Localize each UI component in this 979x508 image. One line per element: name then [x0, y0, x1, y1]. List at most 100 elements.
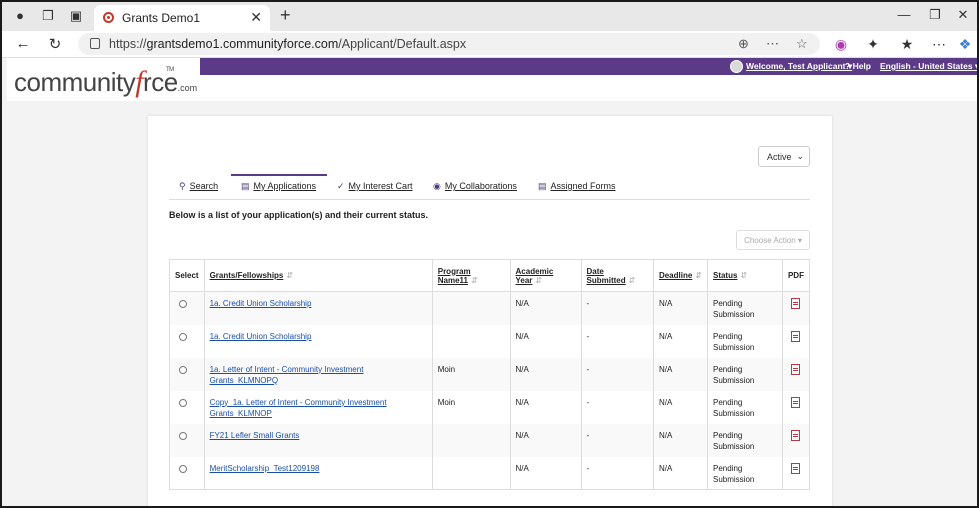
copilot-extension-icon[interactable]: ◉ [832, 36, 850, 53]
date-submitted-cell: - [580, 456, 654, 490]
program-cell: Moin [431, 390, 511, 424]
sort-icon: ⇵ [535, 275, 543, 285]
favorite-star-icon[interactable]: ☆ [796, 36, 808, 52]
deadline-cell: N/A [652, 357, 708, 391]
program-cell [431, 423, 511, 457]
program-cell [431, 456, 511, 490]
col-select: Select [169, 259, 205, 292]
tab-my-interest-cart[interactable]: ✓ My Interest Cart [337, 181, 413, 192]
pdf-icon[interactable] [790, 462, 800, 474]
minimize-icon[interactable]: — [894, 7, 914, 22]
applicant-tabs: ⚲ Search ▤ My Applications ✓ My Interest Ca… [169, 176, 810, 200]
col-academic-year[interactable]: Academic Year ⇵ [509, 259, 582, 292]
date-submitted-cell: - [580, 324, 654, 358]
tab-search[interactable]: ⚲ Search [179, 181, 218, 192]
applications-table: Select Grants/Fellowships ⇵ Program Name11… [169, 259, 811, 490]
tab-my-collaborations[interactable]: ◉ My Collaborations [433, 181, 517, 192]
sort-icon: ⇵ [628, 275, 636, 285]
back-icon[interactable]: ← [14, 35, 32, 52]
status-cell: Pending Submission [706, 324, 783, 358]
language-menu[interactable]: English - United States ▾ [880, 61, 977, 72]
program-cell: Moin [431, 357, 511, 391]
zoom-icon[interactable]: ⊕ [738, 36, 749, 52]
sort-icon: ⇵ [286, 271, 294, 280]
academic-year-cell: N/A [509, 291, 582, 325]
users-icon: ◉ [433, 181, 441, 191]
row-select-radio[interactable] [179, 398, 187, 407]
grant-link[interactable]: FY21 Lefler Small Grants [210, 431, 300, 440]
grant-link[interactable]: Copy_1a. Letter of Intent - Community In… [210, 398, 387, 418]
row-select-radio[interactable] [179, 464, 187, 473]
col-grants[interactable]: Grants/Fellowships ⇵ [203, 259, 433, 292]
row-select-radio[interactable] [179, 365, 187, 374]
date-submitted-cell: - [580, 423, 654, 457]
grant-link[interactable]: 1a. Credit Union Scholarship [210, 332, 312, 341]
row-select-radio[interactable] [179, 431, 187, 440]
sort-icon: ⇵ [470, 275, 478, 285]
chevron-down-icon: ⌄ [796, 151, 804, 161]
help-link[interactable]: ? Help [845, 61, 871, 71]
table-header-row: Select Grants/Fellowships ⇵ Program Name11… [169, 259, 811, 292]
favorites-icon[interactable]: ★ [898, 36, 916, 53]
status-cell: Pending Submission [706, 390, 783, 424]
vertical-tabs-icon[interactable]: ▣ [68, 8, 84, 24]
table-row: 1a. Letter of Intent - Community Investm… [169, 357, 811, 391]
row-select-radio[interactable] [179, 300, 187, 308]
col-status[interactable]: Status ⇵ [706, 259, 783, 292]
avatar[interactable] [730, 60, 743, 73]
workspaces-icon[interactable]: ❐ [40, 8, 56, 24]
intro-text: Below is a list of your application(s) a… [169, 210, 429, 220]
pdf-icon[interactable] [790, 298, 800, 309]
browser-window: ● ❐ ▣ Grants Demo1 ✕ + — ❐ ✕ ← ↻ https:/… [0, 0, 979, 508]
close-tab-icon[interactable]: ✕ [250, 9, 262, 26]
lock-icon[interactable] [90, 38, 100, 49]
refresh-icon[interactable]: ↻ [46, 35, 64, 53]
choose-action-button[interactable]: Choose Action ▾ [736, 230, 810, 250]
program-cell [431, 291, 511, 325]
academic-year-cell: N/A [509, 456, 582, 490]
academic-year-cell: N/A [509, 423, 582, 457]
close-window-icon[interactable]: ✕ [953, 7, 973, 23]
extensions-icon[interactable]: ✦ [864, 36, 882, 53]
col-deadline[interactable]: Deadline ⇵ [652, 259, 708, 292]
deadline-cell: N/A [652, 423, 708, 457]
status-filter-select[interactable]: Active ⌄ [758, 146, 810, 167]
deadline-cell: N/A [652, 291, 708, 325]
copilot-icon[interactable]: ❖ [956, 36, 974, 53]
pdf-icon[interactable] [790, 363, 800, 375]
browser-tab[interactable]: Grants Demo1 ✕ [94, 5, 270, 31]
url-text[interactable]: https://grantsdemo1.communityforce.com/A… [109, 37, 466, 51]
tab-my-applications[interactable]: ▤ My Applications [241, 181, 316, 192]
tab-strip: ● ❐ ▣ Grants Demo1 ✕ + — ❐ ✕ [2, 2, 977, 31]
col-date-submitted[interactable]: Date Submitted ⇵ [580, 259, 654, 292]
col-program[interactable]: Program Name11 ⇵ [431, 259, 511, 292]
grant-link[interactable]: MeritScholarship_Test1209198 [210, 464, 320, 473]
grant-link[interactable]: 1a. Letter of Intent - Community Investm… [210, 365, 364, 385]
welcome-menu[interactable]: Welcome, Test Applicant ▾ [746, 61, 852, 72]
sort-icon: ⇵ [740, 271, 748, 280]
address-row: ← ↻ https://grantsdemo1.communityforce.c… [2, 31, 977, 58]
table-row: Copy_1a. Letter of Intent - Community In… [169, 390, 811, 424]
more-tools-icon[interactable]: ⋯ [766, 36, 779, 52]
cart-icon: ✓ [337, 181, 345, 191]
communityforce-logo[interactable]: communityfrce.com TM [14, 65, 197, 99]
status-cell: Pending Submission [706, 456, 783, 490]
settings-menu-icon[interactable]: ⋯ [930, 36, 948, 53]
form-icon: ▤ [538, 181, 547, 191]
deadline-cell: N/A [652, 324, 708, 358]
new-tab-icon[interactable]: + [280, 5, 291, 26]
address-bar[interactable]: https://grantsdemo1.communityforce.com/A… [78, 33, 820, 55]
search-icon: ⚲ [179, 181, 186, 191]
grant-link[interactable]: 1a. Credit Union Scholarship [210, 299, 312, 308]
row-select-radio[interactable] [179, 332, 187, 341]
date-submitted-cell: - [580, 357, 654, 391]
profile-icon[interactable]: ● [12, 8, 28, 24]
status-cell: Pending Submission [706, 291, 783, 325]
restore-icon[interactable]: ❐ [925, 7, 945, 23]
pdf-icon[interactable] [790, 330, 800, 342]
table-row: 1a. Credit Union Scholarship N/A - N/A P… [169, 291, 811, 325]
date-submitted-cell: - [580, 390, 654, 424]
tab-assigned-forms[interactable]: ▤ Assigned Forms [538, 181, 616, 192]
pdf-icon[interactable] [790, 429, 800, 441]
pdf-icon[interactable] [790, 396, 800, 408]
